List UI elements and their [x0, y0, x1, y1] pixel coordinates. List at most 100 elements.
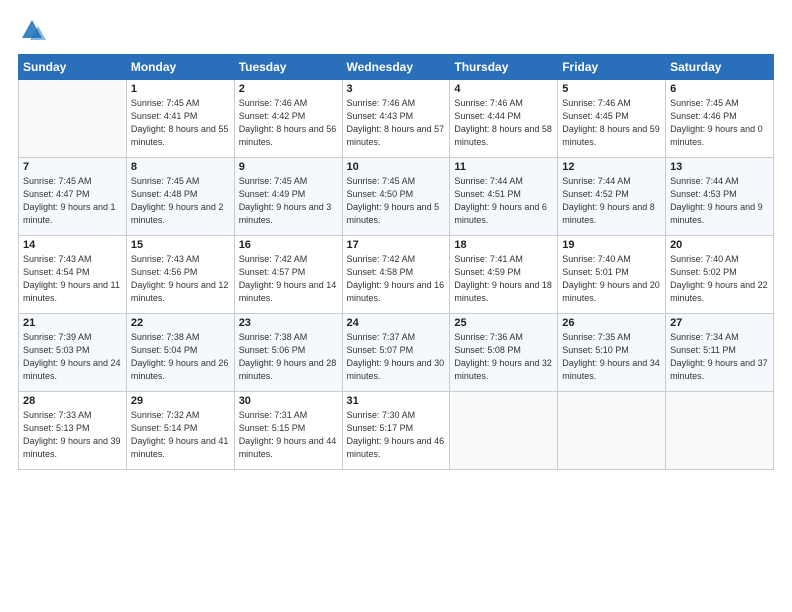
- day-cell: 4 Sunrise: 7:46 AM Sunset: 4:44 PM Daylig…: [450, 80, 558, 158]
- weekday-monday: Monday: [126, 55, 234, 80]
- day-cell: 12 Sunrise: 7:44 AM Sunset: 4:52 PM Dayli…: [558, 158, 666, 236]
- day-cell: 3Sunrise: 7:46 AM Sunset: 4:43 PM Daylig…: [342, 80, 450, 158]
- day-number: 13: [670, 161, 769, 173]
- day-info: Sunrise: 7:45 AM Sunset: 4:48 PM Dayligh…: [131, 175, 230, 227]
- day-cell: 29 Sunrise: 7:32 AM Sunset: 5:14 PM Dayli…: [126, 392, 234, 470]
- day-number: 11: [454, 161, 553, 173]
- day-info: Sunrise: 7:46 AM Sunset: 4:45 PM Dayligh…: [562, 97, 661, 149]
- day-number: 20: [670, 239, 769, 251]
- day-info: Sunrise: 7:43 AM Sunset: 4:56 PM Dayligh…: [131, 253, 230, 305]
- day-number: 5: [562, 83, 661, 95]
- day-number: 28: [23, 395, 122, 407]
- week-row-2: 14Sunrise: 7:43 AM Sunset: 4:54 PM Dayli…: [19, 236, 774, 314]
- day-number: 10: [347, 161, 446, 173]
- week-row-3: 21 Sunrise: 7:39 AM Sunset: 5:03 PM Dayli…: [19, 314, 774, 392]
- day-cell: 10Sunrise: 7:45 AM Sunset: 4:50 PM Dayli…: [342, 158, 450, 236]
- week-row-0: 1 Sunrise: 7:45 AM Sunset: 4:41 PM Daylig…: [19, 80, 774, 158]
- day-info: Sunrise: 7:44 AM Sunset: 4:52 PM Dayligh…: [562, 175, 661, 227]
- day-number: 7: [23, 161, 122, 173]
- day-cell: 2 Sunrise: 7:46 AM Sunset: 4:42 PM Daylig…: [234, 80, 342, 158]
- week-row-1: 7 Sunrise: 7:45 AM Sunset: 4:47 PM Daylig…: [19, 158, 774, 236]
- day-cell: 17 Sunrise: 7:42 AM Sunset: 4:58 PM Dayli…: [342, 236, 450, 314]
- day-info: Sunrise: 7:34 AM Sunset: 5:11 PM Dayligh…: [670, 331, 769, 383]
- day-cell: 14Sunrise: 7:43 AM Sunset: 4:54 PM Dayli…: [19, 236, 127, 314]
- day-info: Sunrise: 7:32 AM Sunset: 5:14 PM Dayligh…: [131, 409, 230, 461]
- day-info: Sunrise: 7:46 AM Sunset: 4:42 PM Dayligh…: [239, 97, 338, 149]
- day-cell: 22 Sunrise: 7:38 AM Sunset: 5:04 PM Dayli…: [126, 314, 234, 392]
- weekday-friday: Friday: [558, 55, 666, 80]
- day-cell: 13 Sunrise: 7:44 AM Sunset: 4:53 PM Dayli…: [666, 158, 774, 236]
- day-number: 17: [347, 239, 446, 251]
- day-cell: 9 Sunrise: 7:45 AM Sunset: 4:49 PM Daylig…: [234, 158, 342, 236]
- day-number: 14: [23, 239, 122, 251]
- day-cell: 25 Sunrise: 7:36 AM Sunset: 5:08 PM Dayli…: [450, 314, 558, 392]
- logo-icon: [18, 16, 46, 44]
- day-cell: 15 Sunrise: 7:43 AM Sunset: 4:56 PM Dayli…: [126, 236, 234, 314]
- day-number: 29: [131, 395, 230, 407]
- day-cell: 6 Sunrise: 7:45 AM Sunset: 4:46 PM Daylig…: [666, 80, 774, 158]
- day-info: Sunrise: 7:31 AM Sunset: 5:15 PM Dayligh…: [239, 409, 338, 461]
- day-info: Sunrise: 7:41 AM Sunset: 4:59 PM Dayligh…: [454, 253, 553, 305]
- day-number: 16: [239, 239, 338, 251]
- day-number: 31: [347, 395, 446, 407]
- day-info: Sunrise: 7:44 AM Sunset: 4:51 PM Dayligh…: [454, 175, 553, 227]
- day-number: 6: [670, 83, 769, 95]
- day-info: Sunrise: 7:35 AM Sunset: 5:10 PM Dayligh…: [562, 331, 661, 383]
- day-info: Sunrise: 7:42 AM Sunset: 4:58 PM Dayligh…: [347, 253, 446, 305]
- day-number: 12: [562, 161, 661, 173]
- logo: [18, 16, 50, 44]
- day-cell: [19, 80, 127, 158]
- day-cell: 27 Sunrise: 7:34 AM Sunset: 5:11 PM Dayli…: [666, 314, 774, 392]
- day-cell: 31 Sunrise: 7:30 AM Sunset: 5:17 PM Dayli…: [342, 392, 450, 470]
- page-header: [18, 16, 774, 44]
- day-number: 22: [131, 317, 230, 329]
- day-cell: 28 Sunrise: 7:33 AM Sunset: 5:13 PM Dayli…: [19, 392, 127, 470]
- day-info: Sunrise: 7:45 AM Sunset: 4:49 PM Dayligh…: [239, 175, 338, 227]
- day-info: Sunrise: 7:38 AM Sunset: 5:04 PM Dayligh…: [131, 331, 230, 383]
- weekday-wednesday: Wednesday: [342, 55, 450, 80]
- day-number: 25: [454, 317, 553, 329]
- day-cell: 24 Sunrise: 7:37 AM Sunset: 5:07 PM Dayli…: [342, 314, 450, 392]
- weekday-tuesday: Tuesday: [234, 55, 342, 80]
- day-cell: 19 Sunrise: 7:40 AM Sunset: 5:01 PM Dayli…: [558, 236, 666, 314]
- day-cell: 8Sunrise: 7:45 AM Sunset: 4:48 PM Daylig…: [126, 158, 234, 236]
- day-info: Sunrise: 7:33 AM Sunset: 5:13 PM Dayligh…: [23, 409, 122, 461]
- day-number: 9: [239, 161, 338, 173]
- day-number: 24: [347, 317, 446, 329]
- day-info: Sunrise: 7:45 AM Sunset: 4:46 PM Dayligh…: [670, 97, 769, 149]
- day-cell: 23 Sunrise: 7:38 AM Sunset: 5:06 PM Dayli…: [234, 314, 342, 392]
- day-info: Sunrise: 7:36 AM Sunset: 5:08 PM Dayligh…: [454, 331, 553, 383]
- weekday-sunday: Sunday: [19, 55, 127, 80]
- day-cell: 16 Sunrise: 7:42 AM Sunset: 4:57 PM Dayli…: [234, 236, 342, 314]
- day-cell: 5 Sunrise: 7:46 AM Sunset: 4:45 PM Daylig…: [558, 80, 666, 158]
- day-number: 21: [23, 317, 122, 329]
- day-number: 26: [562, 317, 661, 329]
- day-number: 1: [131, 83, 230, 95]
- weekday-header-row: SundayMondayTuesdayWednesdayThursdayFrid…: [19, 55, 774, 80]
- day-info: Sunrise: 7:37 AM Sunset: 5:07 PM Dayligh…: [347, 331, 446, 383]
- day-number: 27: [670, 317, 769, 329]
- day-cell: 21 Sunrise: 7:39 AM Sunset: 5:03 PM Dayli…: [19, 314, 127, 392]
- day-info: Sunrise: 7:45 AM Sunset: 4:47 PM Dayligh…: [23, 175, 122, 227]
- day-cell: 7 Sunrise: 7:45 AM Sunset: 4:47 PM Daylig…: [19, 158, 127, 236]
- day-info: Sunrise: 7:44 AM Sunset: 4:53 PM Dayligh…: [670, 175, 769, 227]
- day-info: Sunrise: 7:40 AM Sunset: 5:02 PM Dayligh…: [670, 253, 769, 305]
- day-info: Sunrise: 7:40 AM Sunset: 5:01 PM Dayligh…: [562, 253, 661, 305]
- day-info: Sunrise: 7:45 AM Sunset: 4:41 PM Dayligh…: [131, 97, 230, 149]
- day-info: Sunrise: 7:46 AM Sunset: 4:44 PM Dayligh…: [454, 97, 553, 149]
- day-cell: [666, 392, 774, 470]
- day-info: Sunrise: 7:39 AM Sunset: 5:03 PM Dayligh…: [23, 331, 122, 383]
- day-number: 2: [239, 83, 338, 95]
- day-number: 4: [454, 83, 553, 95]
- day-number: 3: [347, 83, 446, 95]
- day-info: Sunrise: 7:30 AM Sunset: 5:17 PM Dayligh…: [347, 409, 446, 461]
- day-number: 15: [131, 239, 230, 251]
- day-cell: 20 Sunrise: 7:40 AM Sunset: 5:02 PM Dayli…: [666, 236, 774, 314]
- day-info: Sunrise: 7:42 AM Sunset: 4:57 PM Dayligh…: [239, 253, 338, 305]
- day-info: Sunrise: 7:38 AM Sunset: 5:06 PM Dayligh…: [239, 331, 338, 383]
- day-cell: 26 Sunrise: 7:35 AM Sunset: 5:10 PM Dayli…: [558, 314, 666, 392]
- day-number: 23: [239, 317, 338, 329]
- weekday-thursday: Thursday: [450, 55, 558, 80]
- day-cell: 11 Sunrise: 7:44 AM Sunset: 4:51 PM Dayli…: [450, 158, 558, 236]
- day-number: 19: [562, 239, 661, 251]
